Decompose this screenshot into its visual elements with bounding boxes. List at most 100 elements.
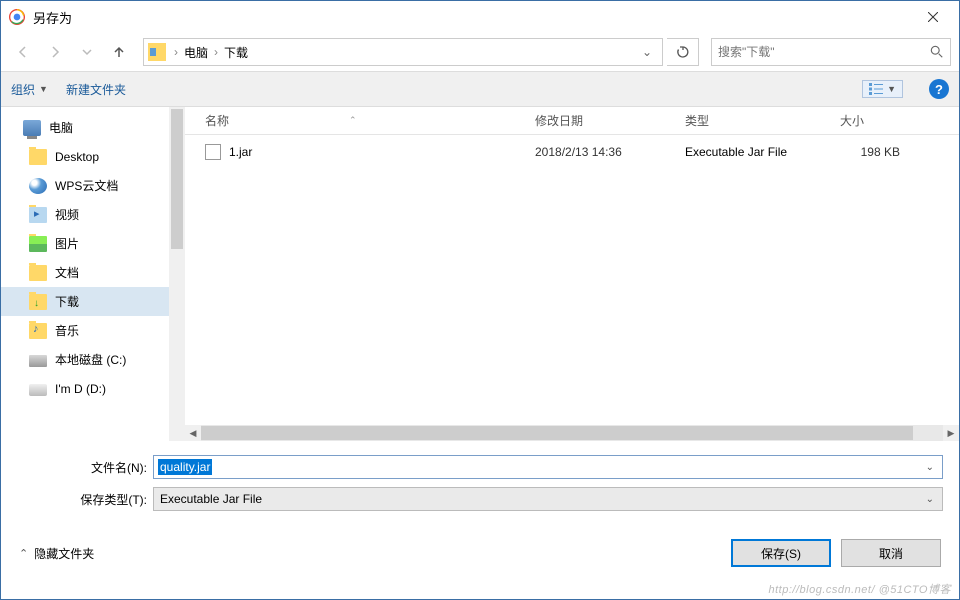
column-headers: 名称⌃ 修改日期 类型 大小 <box>185 107 959 135</box>
list-view-icon <box>869 83 883 95</box>
downloads-icon: ↓ <box>29 294 47 310</box>
chevron-down-icon[interactable]: ⌄ <box>926 462 938 473</box>
arrow-up-icon <box>111 44 127 60</box>
help-button[interactable]: ? <box>929 79 949 99</box>
chevron-down-icon: ▼ <box>39 84 48 94</box>
sidebar-item-local-disk-c[interactable]: 本地磁盘 (C:) <box>1 345 169 374</box>
sidebar-item-label: 下载 <box>55 293 79 310</box>
organize-button[interactable]: 组织 ▼ <box>11 81 48 98</box>
question-icon: ? <box>935 82 943 97</box>
chevron-down-icon[interactable]: ⌄ <box>636 45 658 59</box>
title-bar: 另存为 <box>1 1 959 33</box>
sidebar-item-downloads[interactable]: ↓ 下载 <box>1 287 169 316</box>
sidebar-scrollbar[interactable] <box>169 107 185 441</box>
folder-icon <box>148 43 166 61</box>
chevron-up-icon: ⌃ <box>19 547 28 560</box>
search-box[interactable] <box>711 38 951 66</box>
cloud-icon <box>29 178 47 194</box>
sidebar-item-pictures[interactable]: 图片 <box>1 229 169 258</box>
file-date: 2018/2/13 14:36 <box>535 145 685 159</box>
search-input[interactable] <box>718 45 930 59</box>
column-header-type[interactable]: 类型 <box>685 112 840 129</box>
forward-button[interactable] <box>41 38 69 66</box>
watermark: http://blog.csdn.net/ @51CTO博客 <box>769 581 952 597</box>
breadcrumb[interactable]: › 电脑 › 下载 ⌄ <box>143 38 663 66</box>
sidebar-item-videos[interactable]: 视频 <box>1 200 169 229</box>
main-area: 电脑 Desktop WPS云文档 视频 图片 文档 ↓ 下载 音乐 本地磁盘 (… <box>1 107 959 441</box>
breadcrumb-segment[interactable]: 下载 <box>220 44 252 61</box>
pictures-icon <box>29 236 47 252</box>
hide-folders-label: 隐藏文件夹 <box>34 545 94 562</box>
sidebar-item-documents[interactable]: 文档 <box>1 258 169 287</box>
refresh-button[interactable] <box>667 38 699 66</box>
scrollbar-track[interactable] <box>201 425 943 441</box>
chrome-icon <box>9 9 25 25</box>
organize-label: 组织 <box>11 81 35 98</box>
chevron-down-icon[interactable]: ⌄ <box>926 494 938 505</box>
file-icon <box>205 144 221 160</box>
window-title: 另存为 <box>33 8 915 27</box>
sidebar-item-label: WPS云文档 <box>55 177 118 194</box>
sidebar-item-desktop[interactable]: Desktop <box>1 142 169 171</box>
chevron-down-icon <box>82 47 92 57</box>
up-button[interactable] <box>105 38 133 66</box>
footer: ⌃ 隐藏文件夹 保存(S) 取消 <box>1 523 959 577</box>
save-form: 文件名(N): quality.jar ⌄ 保存类型(T): Executabl… <box>1 441 959 523</box>
chevron-right-icon: › <box>212 45 220 59</box>
sidebar-item-wps[interactable]: WPS云文档 <box>1 171 169 200</box>
filename-input[interactable]: quality.jar ⌄ <box>153 455 943 479</box>
chevron-right-icon: › <box>172 45 180 59</box>
chevron-down-icon: ▼ <box>887 84 896 94</box>
recent-button[interactable] <box>73 38 101 66</box>
scroll-right-button[interactable]: ▶ <box>943 425 959 441</box>
new-folder-label: 新建文件夹 <box>66 81 126 98</box>
filetype-value: Executable Jar File <box>158 491 264 507</box>
file-list: 1.jar 2018/2/13 14:36 Executable Jar Fil… <box>185 135 959 425</box>
scrollbar-thumb[interactable] <box>201 426 913 440</box>
sidebar-item-label: I'm D (D:) <box>55 382 106 396</box>
column-header-name[interactable]: 名称⌃ <box>205 112 535 129</box>
view-mode-button[interactable]: ▼ <box>862 80 903 98</box>
new-folder-button[interactable]: 新建文件夹 <box>66 81 126 98</box>
file-list-area: 名称⌃ 修改日期 类型 大小 1.jar 2018/2/13 14:36 Exe… <box>185 107 959 441</box>
sidebar-item-disk-d[interactable]: I'm D (D:) <box>1 374 169 403</box>
video-icon <box>29 207 47 223</box>
filetype-label: 保存类型(T): <box>61 491 153 508</box>
filetype-select[interactable]: Executable Jar File ⌄ <box>153 487 943 511</box>
sidebar-item-label: 电脑 <box>49 119 73 136</box>
toolbar: 组织 ▼ 新建文件夹 ▼ ? <box>1 71 959 107</box>
file-size: 198 KB <box>840 145 900 159</box>
arrow-right-icon <box>47 44 63 60</box>
hide-folders-button[interactable]: ⌃ 隐藏文件夹 <box>19 545 94 562</box>
sidebar-item-music[interactable]: 音乐 <box>1 316 169 345</box>
sidebar-item-computer[interactable]: 电脑 <box>1 113 169 142</box>
cancel-button[interactable]: 取消 <box>841 539 941 567</box>
back-button[interactable] <box>9 38 37 66</box>
save-button[interactable]: 保存(S) <box>731 539 831 567</box>
breadcrumb-segment[interactable]: 电脑 <box>180 44 212 61</box>
sidebar-item-label: 文档 <box>55 264 79 281</box>
sidebar-item-label: 视频 <box>55 206 79 223</box>
filename-value: quality.jar <box>158 459 212 475</box>
sidebar-item-label: 图片 <box>55 235 79 252</box>
sidebar-item-label: Desktop <box>55 150 99 164</box>
horizontal-scrollbar[interactable]: ◀ ▶ <box>185 425 959 441</box>
column-header-size[interactable]: 大小 <box>840 112 959 129</box>
music-icon <box>29 323 47 339</box>
disk-icon <box>29 355 47 367</box>
refresh-icon <box>676 45 690 59</box>
disk-icon <box>29 384 47 396</box>
file-row[interactable]: 1.jar 2018/2/13 14:36 Executable Jar Fil… <box>205 139 959 165</box>
sidebar-item-label: 音乐 <box>55 322 79 339</box>
computer-icon <box>23 120 41 136</box>
close-button[interactable] <box>915 1 951 33</box>
folder-icon <box>29 149 47 165</box>
sidebar: 电脑 Desktop WPS云文档 视频 图片 文档 ↓ 下载 音乐 本地磁盘 (… <box>1 107 169 441</box>
scroll-left-button[interactable]: ◀ <box>185 425 201 441</box>
scrollbar-thumb[interactable] <box>171 109 183 249</box>
sort-asc-icon: ⌃ <box>349 115 357 126</box>
column-header-date[interactable]: 修改日期 <box>535 112 685 129</box>
documents-icon <box>29 265 47 281</box>
navigation-bar: › 电脑 › 下载 ⌄ <box>1 33 959 71</box>
sidebar-item-label: 本地磁盘 (C:) <box>55 351 126 368</box>
